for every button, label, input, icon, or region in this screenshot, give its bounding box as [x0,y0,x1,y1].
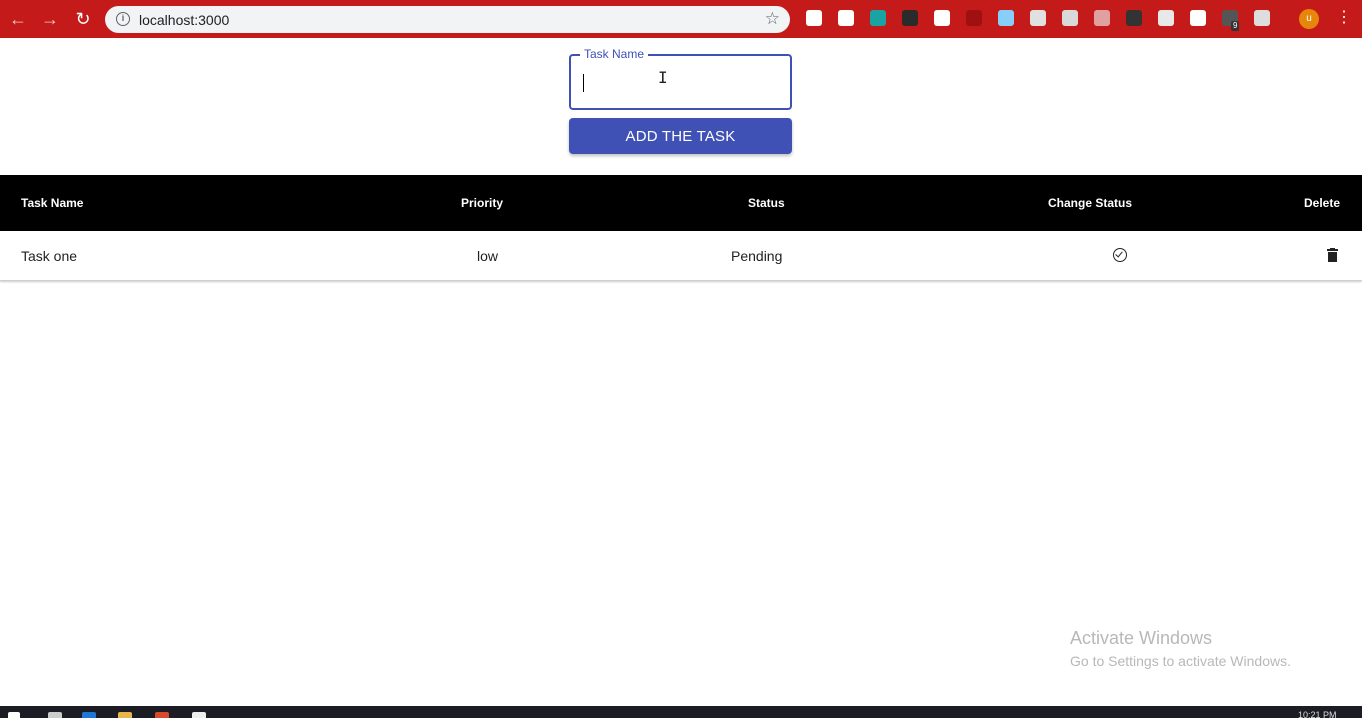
bookmark-star-icon[interactable]: ☆ [765,9,780,29]
add-task-button[interactable]: ADD THE TASK [569,118,792,154]
task-name-input[interactable] [583,70,778,94]
info-icon[interactable]: i [116,12,130,26]
ext-icon-9[interactable] [1062,10,1078,26]
ext-icon-11[interactable] [1126,10,1142,26]
ext-icon-10[interactable] [1094,10,1110,26]
back-arrow-icon[interactable]: ← [8,9,28,29]
column-header-priority: Priority [461,196,504,210]
trash-icon[interactable] [1327,248,1338,262]
taskbar-clock: 10:21 PM [1298,710,1337,720]
chrome-icon[interactable] [155,712,169,718]
profile-avatar[interactable]: u [1299,9,1319,29]
activation-watermark-title: Activate Windows [1070,628,1213,648]
ext-icon-15[interactable] [1254,10,1270,26]
extension-badge: 9 [1231,21,1240,31]
column-header-task-name: Task Name [21,196,84,210]
ext-icon-5[interactable] [934,10,950,26]
activation-watermark-subtitle: Go to Settings to activate Windows. [1070,653,1291,669]
folder-icon[interactable] [118,712,132,718]
browser-toolbar: ← → ↻ i localhost:3000 ☆ 9 u ⋮ [0,0,1362,38]
task-name-label: Task Name [580,47,649,61]
search-icon[interactable] [48,712,62,718]
column-header-change-status: Change Status [1048,196,1133,210]
edge-icon[interactable] [82,712,96,718]
cell-priority: low [477,248,499,264]
table-header: Task Name Priority Status Change Status … [0,175,1362,231]
text-caret [583,74,584,92]
ext-icon-13[interactable] [1190,10,1206,26]
table-row: Task one low Pending [0,231,1362,281]
ext-icon-4[interactable] [902,10,918,26]
ext-icon-2[interactable] [838,10,854,26]
browser-menu-icon[interactable]: ⋮ [1336,8,1352,28]
os-taskbar: 10:21 PM [0,706,1362,720]
address-bar[interactable]: i localhost:3000 ☆ [105,6,790,33]
forward-arrow-icon[interactable]: → [40,9,60,29]
ext-icon-1[interactable] [806,10,822,26]
ibeam-cursor-icon: I [658,68,668,87]
start-icon[interactable] [8,712,20,718]
check-circle-icon[interactable] [1113,248,1127,262]
column-header-status: Status [748,196,785,210]
task-name-field[interactable] [569,54,792,110]
ext-icon-8[interactable] [1030,10,1046,26]
address-url[interactable]: localhost:3000 [139,12,229,28]
ext-icon-7[interactable] [998,10,1014,26]
column-header-delete: Delete [1304,196,1341,210]
ext-icon-6[interactable] [966,10,982,26]
cell-task-name: Task one [21,248,78,264]
ext-icon-3[interactable] [870,10,886,26]
ext-icon-12[interactable] [1158,10,1174,26]
reload-icon[interactable]: ↻ [73,9,93,29]
app-icon[interactable] [192,712,206,718]
cell-status: Pending [731,248,783,264]
